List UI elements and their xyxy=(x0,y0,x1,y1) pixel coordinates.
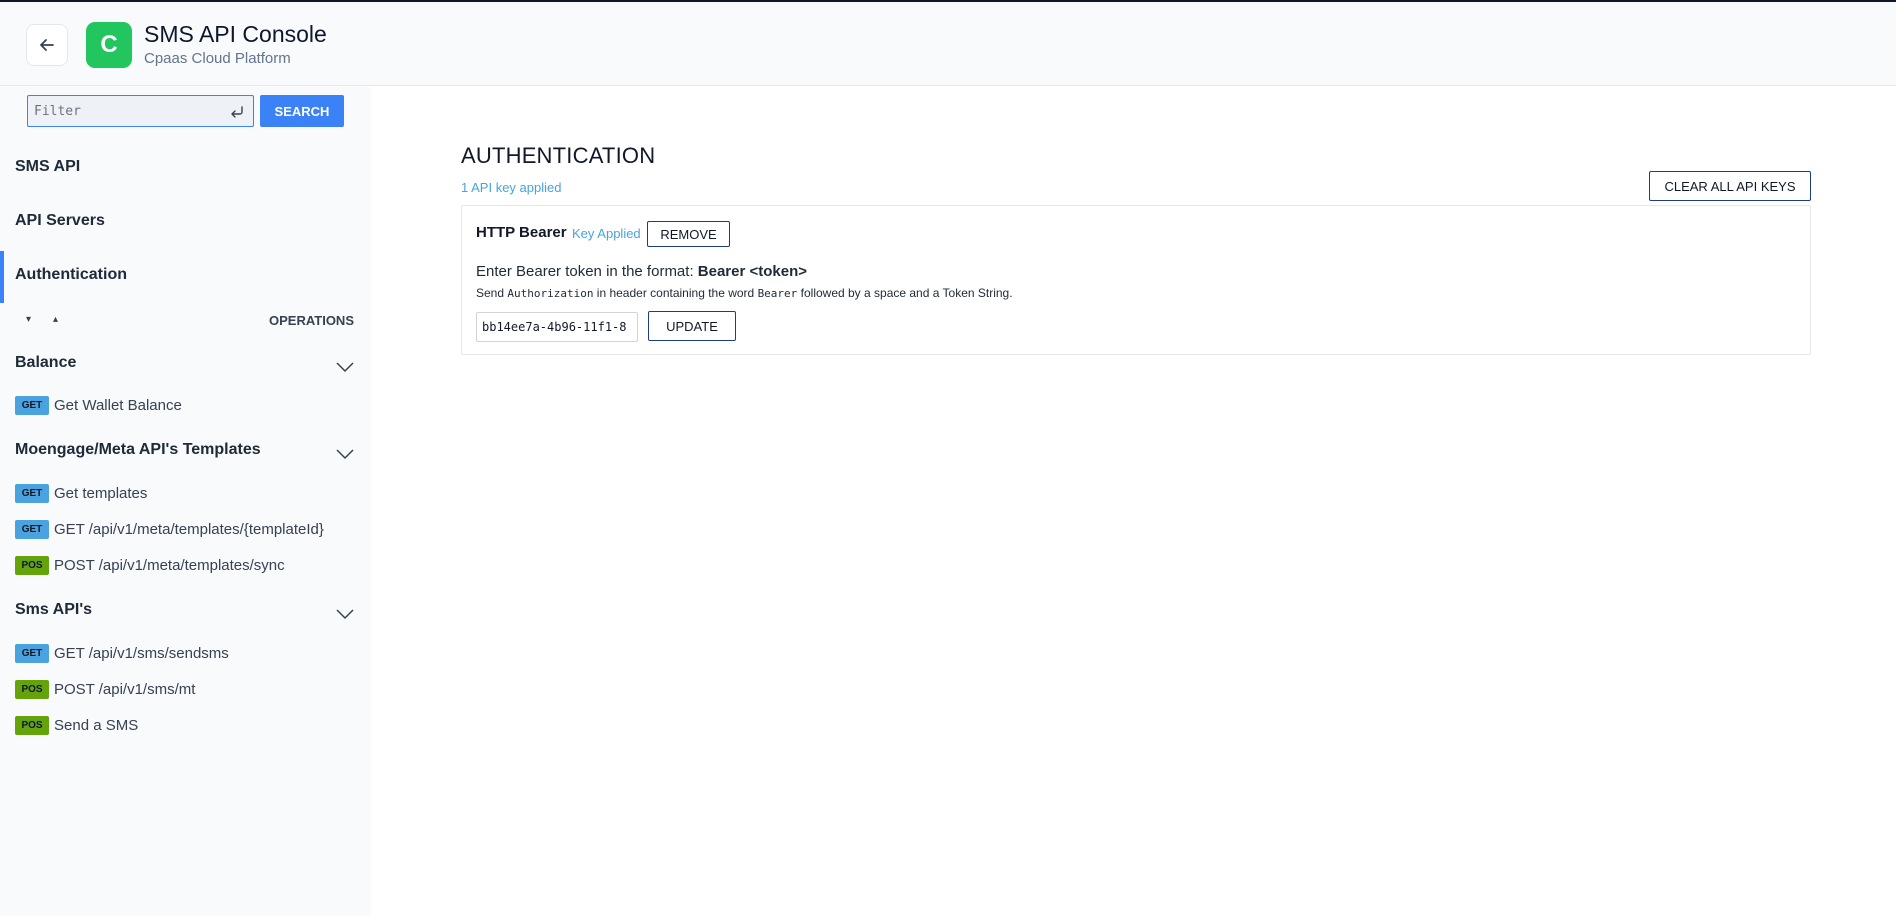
app-header: C SMS API Console Cpaas Cloud Platform xyxy=(0,2,1896,86)
operation-label: Send a SMS xyxy=(54,716,139,734)
operation-label: Get templates xyxy=(54,484,148,502)
filter-field xyxy=(27,95,254,127)
operation-item[interactable]: GET GET /api/v1/meta/templates/{template… xyxy=(15,519,324,539)
method-badge: POS xyxy=(15,715,49,735)
chevron-down-icon[interactable] xyxy=(334,360,356,374)
operation-item[interactable]: POS POST /api/v1/sms/mt xyxy=(15,679,195,699)
operation-label: GET /api/v1/sms/sendsms xyxy=(54,644,229,662)
back-button[interactable] xyxy=(26,24,68,66)
operation-label: GET /api/v1/meta/templates/{templateId} xyxy=(54,520,324,538)
app-logo: C xyxy=(86,22,132,68)
operation-label: Get Wallet Balance xyxy=(54,396,182,414)
main-content: AUTHENTICATION 1 API key applied CLEAR A… xyxy=(371,87,1896,916)
active-nav-indicator xyxy=(0,251,4,303)
chevron-down-icon[interactable] xyxy=(334,447,356,461)
nav-item-api-servers[interactable]: API Servers xyxy=(15,212,105,230)
operations-header: ▾ ▴ OPERATIONS xyxy=(0,309,371,333)
group-title-templates[interactable]: Moengage/Meta API's Templates xyxy=(15,441,261,459)
app-title: SMS API Console xyxy=(144,21,327,47)
method-badge: GET xyxy=(15,483,49,503)
update-button[interactable]: UPDATE xyxy=(648,311,736,341)
method-badge: POS xyxy=(15,555,49,575)
chevron-down-icon[interactable] xyxy=(334,607,356,621)
operation-item[interactable]: GET GET /api/v1/sms/sendsms xyxy=(15,643,229,663)
arrow-left-icon xyxy=(40,39,54,51)
operation-item[interactable]: POS Send a SMS xyxy=(15,715,138,735)
expand-all-icon[interactable]: ▾ xyxy=(26,314,31,325)
operations-label: OPERATIONS xyxy=(269,313,354,328)
key-status: Key Applied xyxy=(572,226,641,241)
filter-input[interactable] xyxy=(28,96,223,126)
method-badge: POS xyxy=(15,679,49,699)
scheme-name: HTTP Bearer xyxy=(476,224,567,241)
header-description: Send Authorization in header containing … xyxy=(476,286,1013,300)
search-button[interactable]: SEARCH xyxy=(260,95,344,127)
format-description: Enter Bearer token in the format: Bearer… xyxy=(476,263,808,280)
group-title-sms-apis[interactable]: Sms API's xyxy=(15,601,92,619)
operation-label: POST /api/v1/meta/templates/sync xyxy=(54,556,285,574)
nav-item-authentication[interactable]: Authentication xyxy=(15,266,127,284)
operation-label: POST /api/v1/sms/mt xyxy=(54,680,196,698)
remove-button[interactable]: REMOVE xyxy=(647,221,730,247)
method-badge: GET xyxy=(15,643,49,663)
method-badge: GET xyxy=(15,395,49,415)
token-format: Bearer <token> xyxy=(697,263,808,280)
operation-item[interactable]: GET Get Wallet Balance xyxy=(15,395,182,415)
enter-key-icon xyxy=(231,106,243,118)
section-title: AUTHENTICATION xyxy=(461,143,656,168)
group-title-balance[interactable]: Balance xyxy=(15,354,76,372)
clear-all-keys-button[interactable]: CLEAR ALL API KEYS xyxy=(1649,171,1811,201)
operation-item[interactable]: GET Get templates xyxy=(15,483,147,503)
nav-item-sms-api[interactable]: SMS API xyxy=(15,158,80,176)
method-badge: GET xyxy=(15,519,49,539)
operation-item[interactable]: POS POST /api/v1/meta/templates/sync xyxy=(15,555,285,575)
token-input[interactable] xyxy=(476,312,638,342)
applied-count: 1 API key applied xyxy=(461,180,562,195)
sidebar: SEARCH SMS API API Servers Authenticatio… xyxy=(0,87,371,916)
app-subtitle: Cpaas Cloud Platform xyxy=(144,50,291,67)
auth-scheme-card: HTTP Bearer Key Applied REMOVE Enter Bea… xyxy=(461,205,1811,355)
collapse-all-icon[interactable]: ▴ xyxy=(53,314,58,325)
